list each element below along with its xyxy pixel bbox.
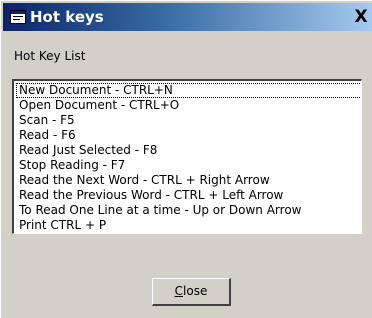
list-item[interactable]: Read the Next Word - CTRL + Right Arrow	[18, 173, 301, 188]
list-item[interactable]: Read Just Selected - F8	[18, 143, 301, 158]
list-item[interactable]: Print CTRL + P	[18, 218, 301, 233]
close-button-label: lose	[183, 284, 208, 298]
title-bar[interactable]: Hot keys X	[3, 3, 372, 31]
hot-keys-dialog: Hot keys X Hot Key List New Document - C…	[0, 0, 372, 318]
list-item[interactable]: New Document - CTRL+N	[15, 83, 361, 98]
list-item[interactable]: Stop Reading - F7	[18, 158, 301, 173]
list-item[interactable]: Open Document - CTRL+O	[18, 98, 301, 113]
close-button[interactable]: Close	[152, 278, 231, 306]
list-item[interactable]: To Read One Line at a time - Up or Down …	[18, 203, 301, 218]
close-button-mnemonic: C	[174, 284, 184, 298]
list-item[interactable]: Read the Previous Word - CTRL + Left Arr…	[18, 188, 301, 203]
hot-key-listbox[interactable]: New Document - CTRL+N Open Document - CT…	[12, 79, 362, 234]
hot-key-list-items: New Document - CTRL+N Open Document - CT…	[15, 83, 361, 233]
window-title: Hot keys	[30, 8, 104, 26]
list-item[interactable]: Read - F6	[18, 128, 301, 143]
app-window-icon	[10, 10, 26, 24]
list-item[interactable]: Scan - F5	[18, 113, 301, 128]
hot-key-list-label: Hot Key List	[14, 49, 86, 63]
close-icon[interactable]: X	[351, 6, 371, 28]
